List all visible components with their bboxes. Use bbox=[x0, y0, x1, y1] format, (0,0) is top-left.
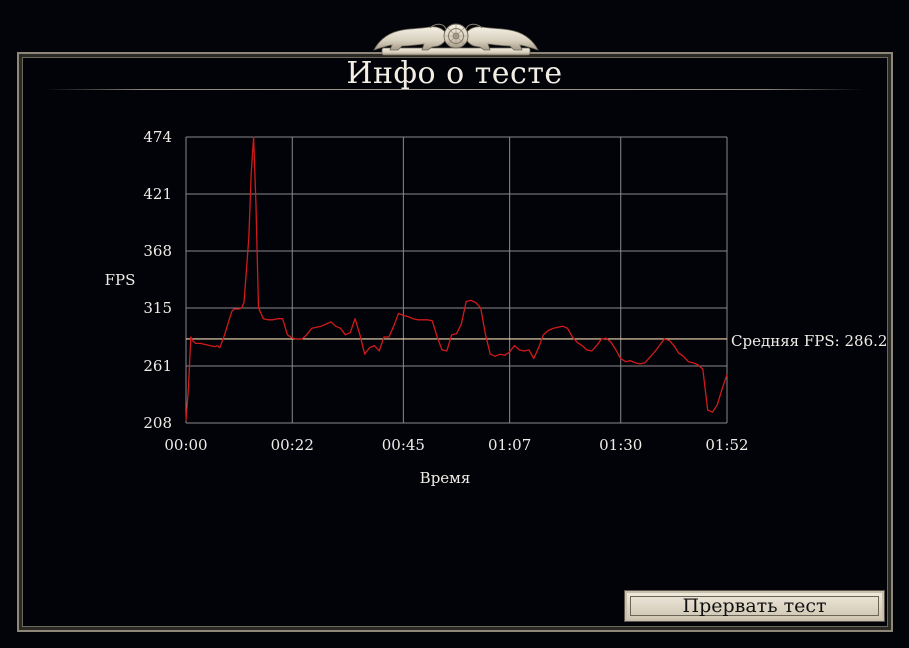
x-tick-label: 00:22 bbox=[271, 436, 314, 454]
y-tick-label: 315 bbox=[143, 299, 172, 317]
x-tick-label: 00:45 bbox=[382, 436, 425, 454]
y-axis-label: FPS bbox=[105, 271, 136, 289]
grid-lines bbox=[185, 136, 728, 424]
x-tick-label: 01:07 bbox=[488, 436, 531, 454]
abort-test-button-label: Прервать тест bbox=[682, 595, 827, 617]
fps-series-line bbox=[185, 136, 728, 421]
y-tick-label: 368 bbox=[143, 242, 172, 260]
y-tick-label: 474 bbox=[143, 128, 172, 146]
abort-test-button[interactable]: Прервать тест bbox=[624, 590, 885, 622]
average-fps-label: Средняя FPS: 286.2 bbox=[731, 332, 887, 350]
y-tick-label: 208 bbox=[143, 414, 172, 432]
x-tick-label: 01:52 bbox=[705, 436, 748, 454]
x-axis-label: Время bbox=[420, 469, 471, 487]
x-tick-label: 00:00 bbox=[164, 436, 207, 454]
y-tick-label: 421 bbox=[143, 185, 172, 203]
x-tick-label: 01:30 bbox=[599, 436, 642, 454]
benchmark-info-screen: Инфо о тесте FPS Время Средняя FPS: 286.… bbox=[0, 0, 909, 648]
y-tick-label: 261 bbox=[143, 357, 172, 375]
fps-chart: FPS Время Средняя FPS: 286.2 208 261 315 36… bbox=[105, 128, 888, 487]
